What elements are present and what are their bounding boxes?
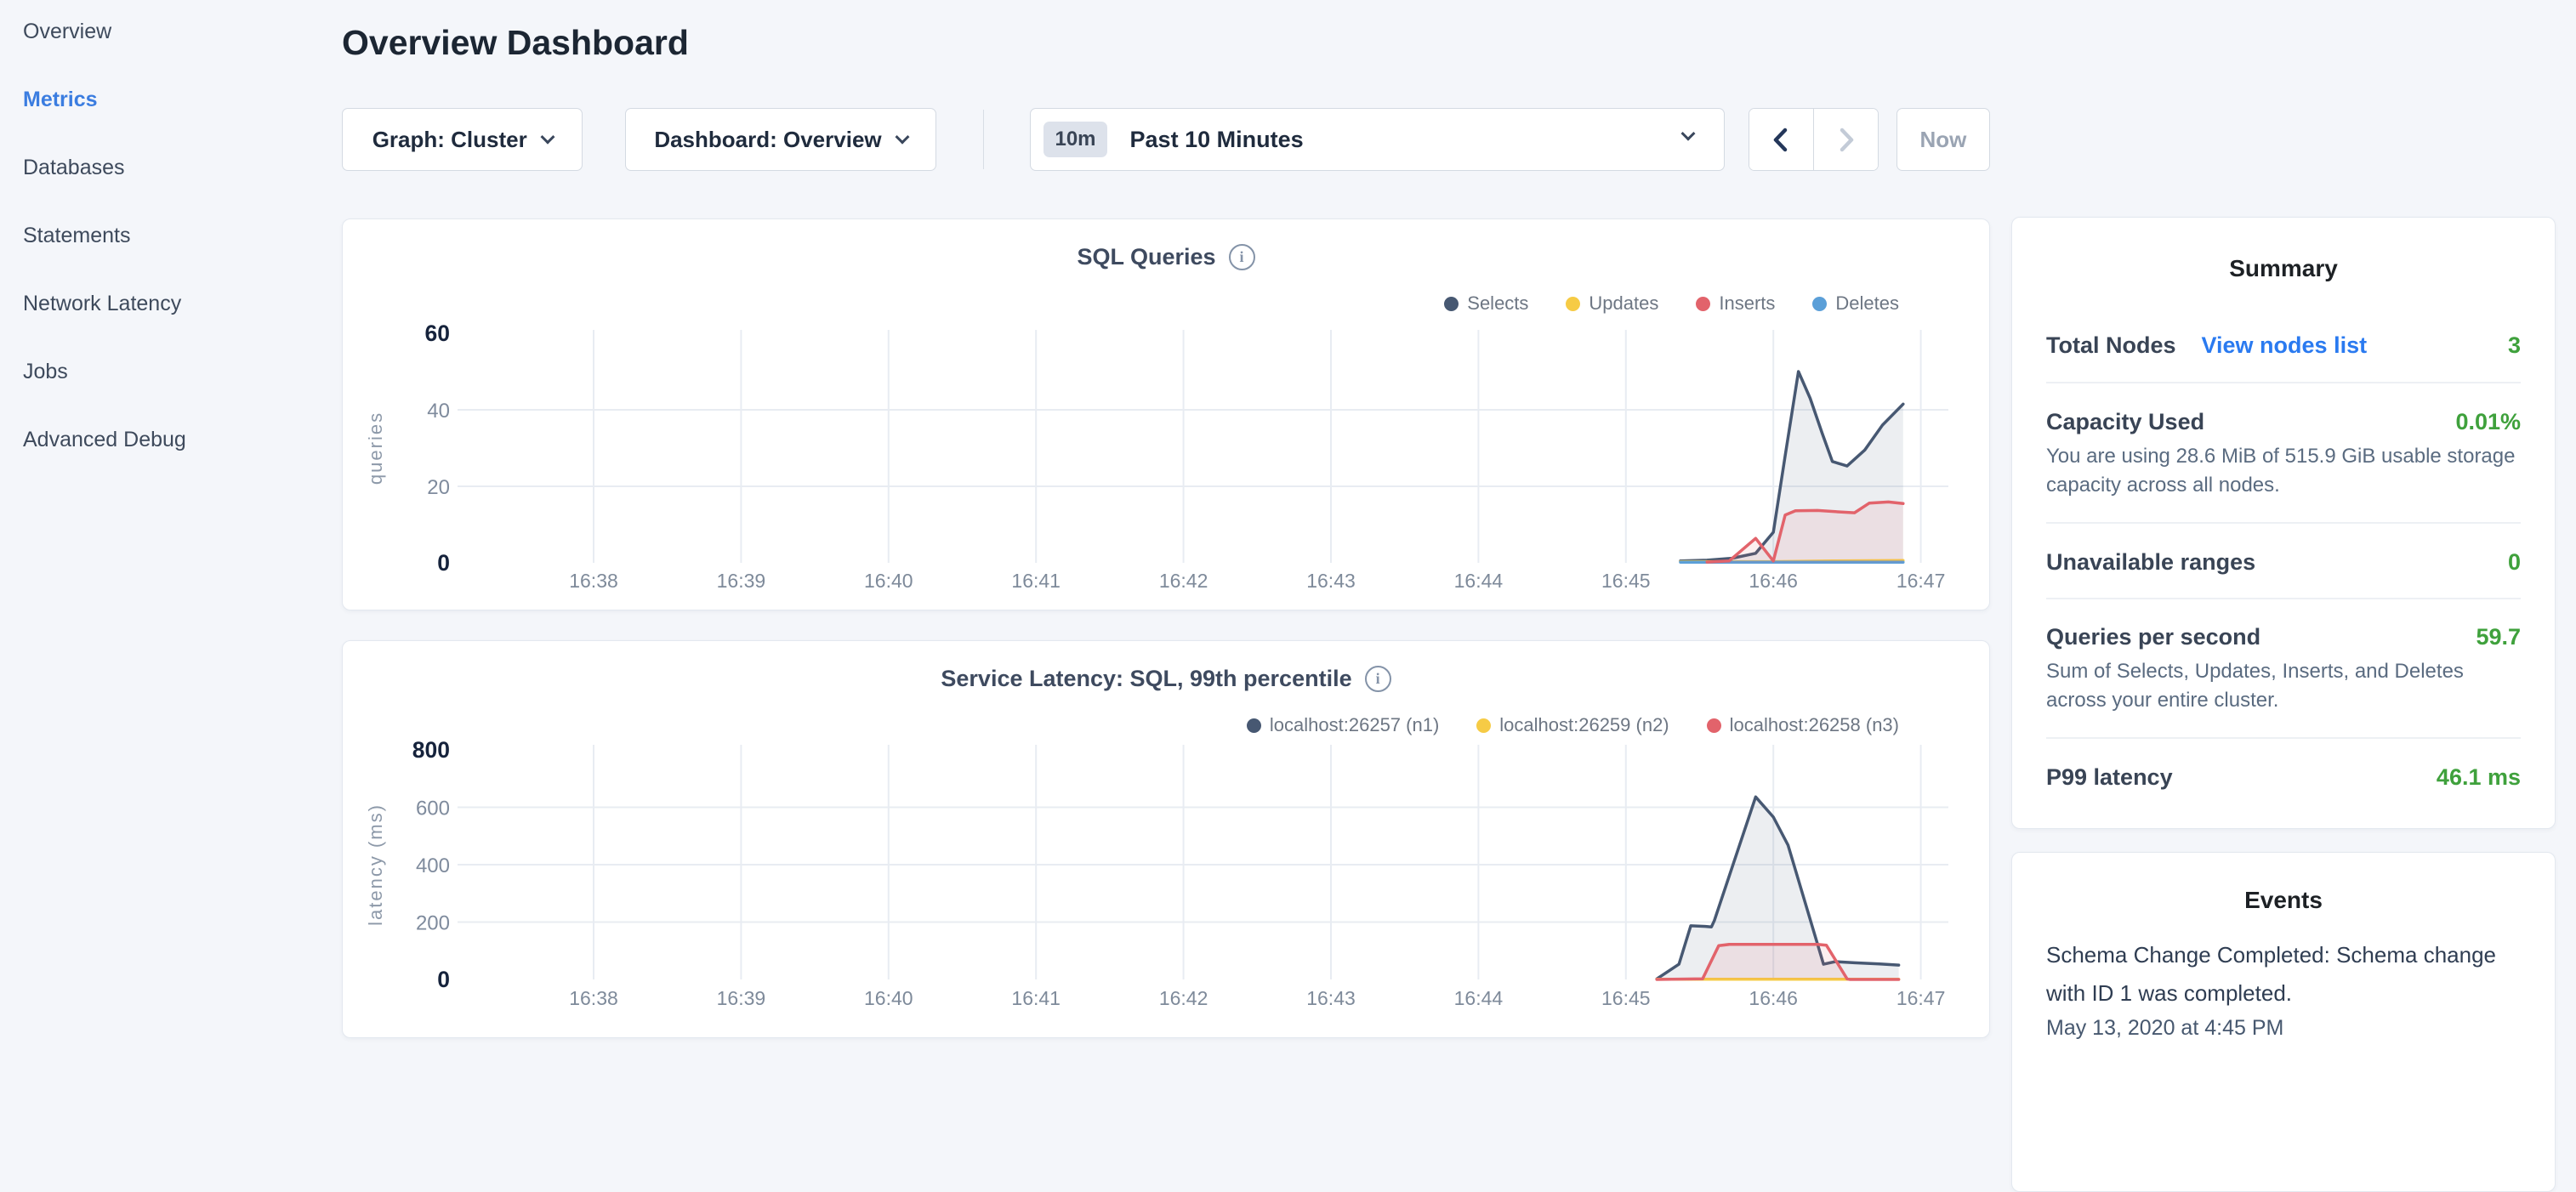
sql-queries-chart-card: SQL Queries i SelectsUpdatesInsertsDelet…	[342, 219, 1990, 610]
main-content: Overview Dashboard Graph: Cluster Dashbo…	[342, 0, 1990, 1038]
chevron-down-icon	[1681, 127, 1696, 141]
y-axis-tick: 40	[427, 400, 450, 423]
total-nodes-value: 3	[2508, 333, 2521, 357]
y-axis-tick: 600	[416, 798, 450, 820]
dashboard-dropdown[interactable]: Dashboard: Overview	[625, 108, 935, 171]
now-button[interactable]: Now	[1896, 108, 1990, 171]
divider	[2046, 522, 2521, 524]
events-card: Events Schema Change Completed: Schema c…	[2011, 852, 2556, 1192]
x-axis-tick: 16:42	[1159, 987, 1208, 1009]
dashboard-dropdown-label: Dashboard: Overview	[654, 127, 881, 153]
x-axis-tick: 16:42	[1159, 570, 1208, 592]
time-range-label: Past 10 Minutes	[1130, 127, 1304, 153]
y-axis-tick: 400	[416, 854, 450, 877]
x-axis-tick: 16:41	[1011, 987, 1061, 1009]
x-axis-tick: 16:44	[1454, 570, 1504, 592]
total-nodes-label: Total Nodes	[2046, 333, 2176, 357]
x-axis-tick: 16:45	[1601, 987, 1651, 1009]
y-axis-tick: 0	[437, 967, 450, 992]
time-forward-button[interactable]	[1813, 109, 1878, 170]
right-panel: Summary Total Nodes View nodes list 3 Ca…	[2011, 217, 2556, 1192]
summary-title: Summary	[2046, 257, 2521, 281]
x-axis-tick: 16:43	[1306, 987, 1356, 1009]
sql-queries-plot[interactable]: 0 20 40 60 16:38 16:39 16:40 16:41 16:42 16:43 16:…	[343, 219, 1991, 611]
event-message[interactable]: Schema Change Completed: Schema change w…	[2046, 936, 2521, 1013]
divider	[2046, 737, 2521, 739]
x-axis-tick: 16:41	[1011, 570, 1061, 592]
sidebar-item-jobs[interactable]: Jobs	[23, 360, 340, 383]
service-latency-plot[interactable]: 0 200 400 600 800 16:38 16:39 16:40 16:41 16:42 16…	[343, 641, 1991, 1039]
x-axis-tick: 16:38	[569, 570, 618, 592]
p99-latency-label: P99 latency	[2046, 765, 2173, 789]
x-axis-tick: 16:38	[569, 987, 618, 1009]
x-axis-tick: 16:46	[1749, 570, 1798, 592]
p99-latency-value: 46.1 ms	[2437, 765, 2521, 789]
events-title: Events	[2046, 888, 2521, 912]
sidebar-item-overview[interactable]: Overview	[23, 20, 340, 43]
time-step-buttons	[1749, 108, 1879, 171]
chevron-down-icon	[895, 130, 909, 145]
controls-bar: Graph: Cluster Dashboard: Overview 10m P…	[342, 108, 1990, 171]
x-axis-tick: 16:47	[1896, 570, 1946, 592]
sidebar-item-advanced-debug[interactable]: Advanced Debug	[23, 429, 340, 451]
x-axis-tick: 16:39	[717, 570, 766, 592]
divider	[2046, 598, 2521, 599]
x-axis-tick: 16:45	[1601, 570, 1651, 592]
summary-row-qps: Queries per second 59.7	[2046, 625, 2521, 649]
x-axis-tick: 16:39	[717, 987, 766, 1009]
y-axis-tick: 20	[427, 476, 450, 499]
chevron-down-icon	[540, 130, 554, 145]
summary-row-unavailable-ranges: Unavailable ranges 0	[2046, 550, 2521, 574]
summary-row-p99: P99 latency 46.1 ms	[2046, 765, 2521, 789]
x-axis-tick: 16:43	[1306, 570, 1356, 592]
view-nodes-list-link[interactable]: View nodes list	[2202, 333, 2368, 357]
sidebar-item-metrics[interactable]: Metrics	[23, 88, 340, 111]
summary-row-total-nodes: Total Nodes View nodes list 3	[2046, 333, 2521, 357]
summary-row-capacity: Capacity Used 0.01%	[2046, 410, 2521, 434]
y-axis-tick: 0	[437, 550, 450, 576]
sidebar-item-statements[interactable]: Statements	[23, 224, 340, 247]
x-axis-tick: 16:47	[1896, 987, 1946, 1009]
time-range-selector[interactable]: 10m Past 10 Minutes	[1030, 108, 1725, 171]
graph-dropdown[interactable]: Graph: Cluster	[342, 108, 583, 171]
capacity-used-value: 0.01%	[2455, 410, 2521, 434]
sidebar-item-databases[interactable]: Databases	[23, 156, 340, 179]
sidebar: Overview Metrics Databases Statements Ne…	[0, 0, 340, 497]
unavailable-ranges-value: 0	[2508, 550, 2521, 574]
y-axis-tick: 60	[425, 321, 450, 346]
y-axis-tick: 800	[412, 737, 450, 763]
x-axis-tick: 16:40	[864, 987, 913, 1009]
time-back-button[interactable]	[1749, 109, 1813, 170]
qps-label: Queries per second	[2046, 625, 2260, 649]
chevron-right-icon	[1834, 125, 1857, 155]
x-axis-tick: 16:40	[864, 570, 913, 592]
x-axis-tick: 16:44	[1454, 987, 1504, 1009]
y-axis-label: latency (ms)	[365, 803, 386, 926]
chevron-left-icon	[1770, 125, 1793, 155]
qps-description: Sum of Selects, Updates, Inserts, and De…	[2046, 657, 2521, 715]
divider	[2046, 382, 2521, 383]
event-timestamp: May 13, 2020 at 4:45 PM	[2046, 1016, 2521, 1040]
x-axis-tick: 16:46	[1749, 987, 1798, 1009]
sidebar-item-network-latency[interactable]: Network Latency	[23, 292, 340, 315]
time-window-badge: 10m	[1043, 122, 1106, 157]
y-axis-tick: 200	[416, 912, 450, 935]
summary-card: Summary Total Nodes View nodes list 3 Ca…	[2011, 217, 2556, 829]
service-latency-chart-card: Service Latency: SQL, 99th percentile i …	[342, 640, 1990, 1038]
graph-dropdown-label: Graph: Cluster	[372, 127, 527, 153]
unavailable-ranges-label: Unavailable ranges	[2046, 550, 2255, 574]
capacity-used-description: You are using 28.6 MiB of 515.9 GiB usab…	[2046, 442, 2521, 500]
y-axis-label: queries	[365, 412, 386, 485]
qps-value: 59.7	[2476, 625, 2521, 649]
page-title: Overview Dashboard	[342, 24, 1990, 62]
controls-divider	[983, 110, 985, 169]
capacity-used-label: Capacity Used	[2046, 410, 2204, 434]
